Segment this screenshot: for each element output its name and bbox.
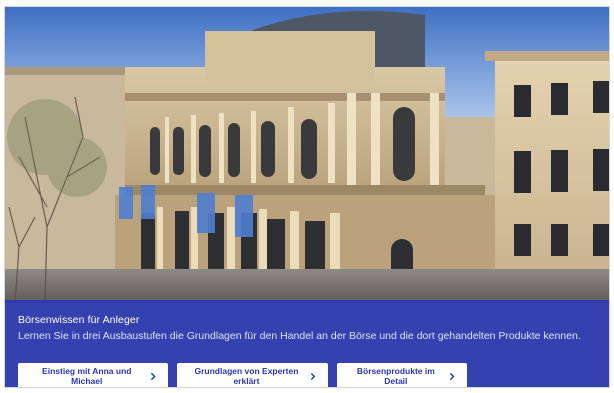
grundlagen-button[interactable]: Grundlagen von Experten erklärt	[177, 363, 328, 387]
boersenprodukte-button[interactable]: Börsenprodukte im Detail	[337, 363, 467, 387]
einstieg-button[interactable]: Einstieg mit Anna und Michael	[18, 363, 168, 387]
panel-description: Lernen Sie in drei Ausbaustufen die Grun…	[18, 330, 581, 342]
grundlagen-button-label: Grundlagen von Experten erklärt	[194, 366, 299, 386]
chevron-right-icon	[449, 372, 455, 380]
boersenprodukte-button-label: Börsenprodukte im Detail	[356, 366, 435, 386]
info-panel: Börsenwissen für Anleger Lernen Sie in d…	[5, 300, 609, 387]
teaser-card: Börsenwissen für Anleger Lernen Sie in d…	[4, 6, 610, 388]
chevron-right-icon	[310, 372, 316, 380]
panel-title: Börsenwissen für Anleger	[18, 314, 140, 326]
button-row: Einstieg mit Anna und Michael Grundlagen…	[18, 363, 467, 387]
hero-image-boerse-building	[5, 7, 609, 303]
chevron-right-icon	[150, 372, 156, 380]
einstieg-button-label: Einstieg mit Anna und Michael	[42, 366, 132, 386]
